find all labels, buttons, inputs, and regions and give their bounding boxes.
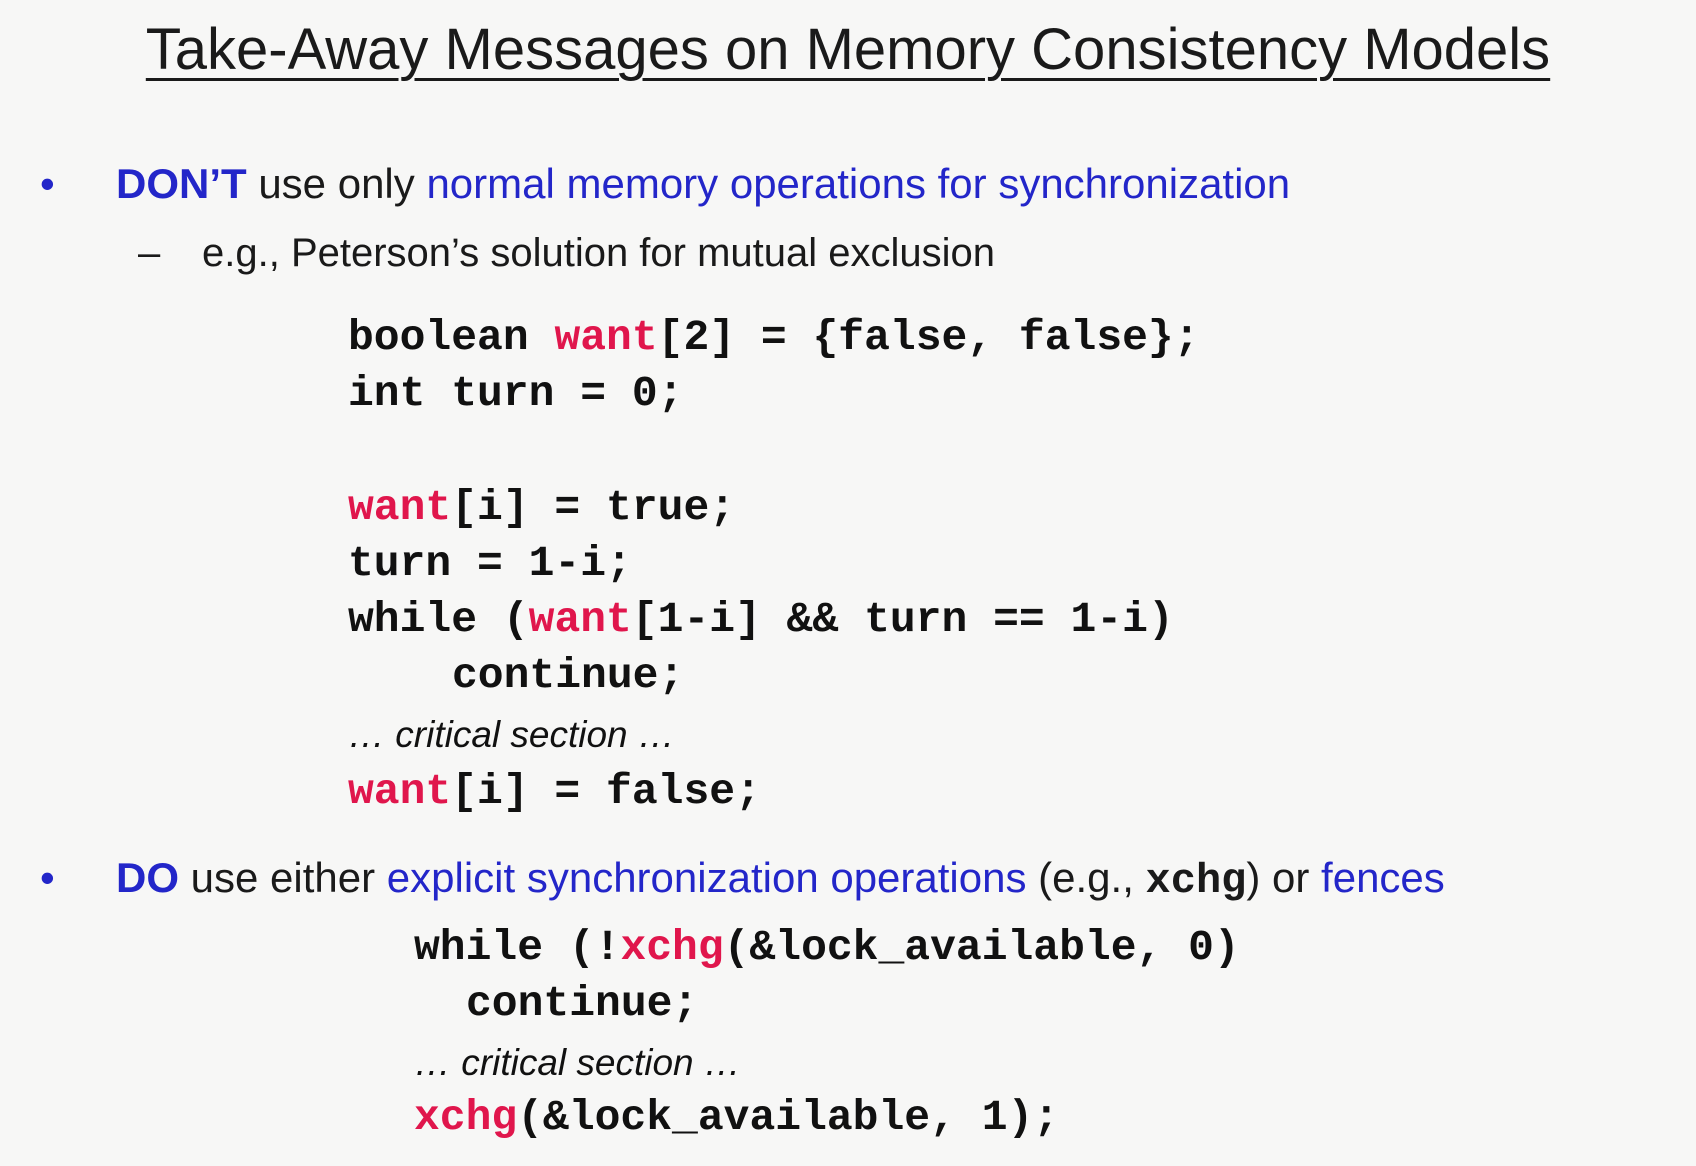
code2-line-4-rest: (&lock_available, 1); <box>517 1093 1060 1142</box>
code2-line-4: xchg(&lock_available, 1); <box>414 1090 1059 1146</box>
code1-critical-section-comment: … critical section … <box>348 714 675 755</box>
bullet-do-text3: ) or <box>1246 854 1322 901</box>
code1-line-2: int turn = 0; <box>348 369 684 418</box>
sub-bullet-peterson: e.g., Peterson’s solution for mutual exc… <box>202 231 996 275</box>
code2-line-1: while (!xchg(&lock_available, 0) <box>414 920 1240 976</box>
bullet-dont-lead: DON’T <box>116 160 247 207</box>
code1-line-4: turn = 1-i; <box>348 539 632 588</box>
bullet-do-highlight1: explicit synchronization operations <box>386 854 1027 901</box>
bullet-do-code: xchg <box>1145 857 1247 905</box>
bullet-marker-1: • <box>40 160 55 207</box>
code1-line-8: want[i] = false; <box>348 764 761 820</box>
code1-line-1-want: want <box>554 313 658 362</box>
bullet-do-highlight2: fences <box>1321 854 1445 901</box>
bullet-marker-2: • <box>40 854 55 901</box>
code2-line-1-b: (&lock_available, 0) <box>723 923 1240 972</box>
bullet-do-text2: (e.g., <box>1026 854 1146 901</box>
code2-line-2: continue; <box>466 979 699 1028</box>
bullet-do-lead: DO <box>116 854 179 901</box>
code1-line-3: want[i] = true; <box>348 480 735 536</box>
code1-line-8-want: want <box>348 767 452 816</box>
code1-line-1: boolean want[2] = {false, false}; <box>348 310 1200 366</box>
code1-line-5-want: want <box>528 595 632 644</box>
code1-line-5-a: while ( <box>348 595 529 644</box>
code1-line-5-b: [1-i] && turn == 1-i) <box>631 595 1174 644</box>
code1-line-5: while (want[1-i] && turn == 1-i) <box>348 592 1174 648</box>
code2-line-4-xchg: xchg <box>414 1093 518 1142</box>
code1-line-3-rest: [i] = true; <box>451 483 736 532</box>
bullet-dont: DON’T use only normal memory operations … <box>116 156 1290 212</box>
code1-line-1-rest: [2] = {false, false}; <box>657 313 1200 362</box>
code2-line-1-a: while (! <box>414 923 621 972</box>
bullet-dont-text: use only <box>246 160 427 207</box>
code2-line-1-xchg: xchg <box>620 923 724 972</box>
code2-critical-section-comment: … critical section … <box>414 1042 741 1083</box>
bullet-do: DO use either explicit synchronization o… <box>116 850 1445 909</box>
sub-bullet-marker: – <box>138 231 161 275</box>
code1-line-1-kw: boolean <box>348 313 555 362</box>
code1-line-8-rest: [i] = false; <box>451 767 761 816</box>
bullet-dont-highlight: normal memory operations for synchroniza… <box>426 160 1291 207</box>
code1-line-6: continue; <box>452 651 685 700</box>
code1-line-3-want: want <box>348 483 452 532</box>
slide-title: Take-Away Messages on Memory Consistency… <box>145 17 1551 82</box>
bullet-do-text1: use either <box>179 854 387 901</box>
